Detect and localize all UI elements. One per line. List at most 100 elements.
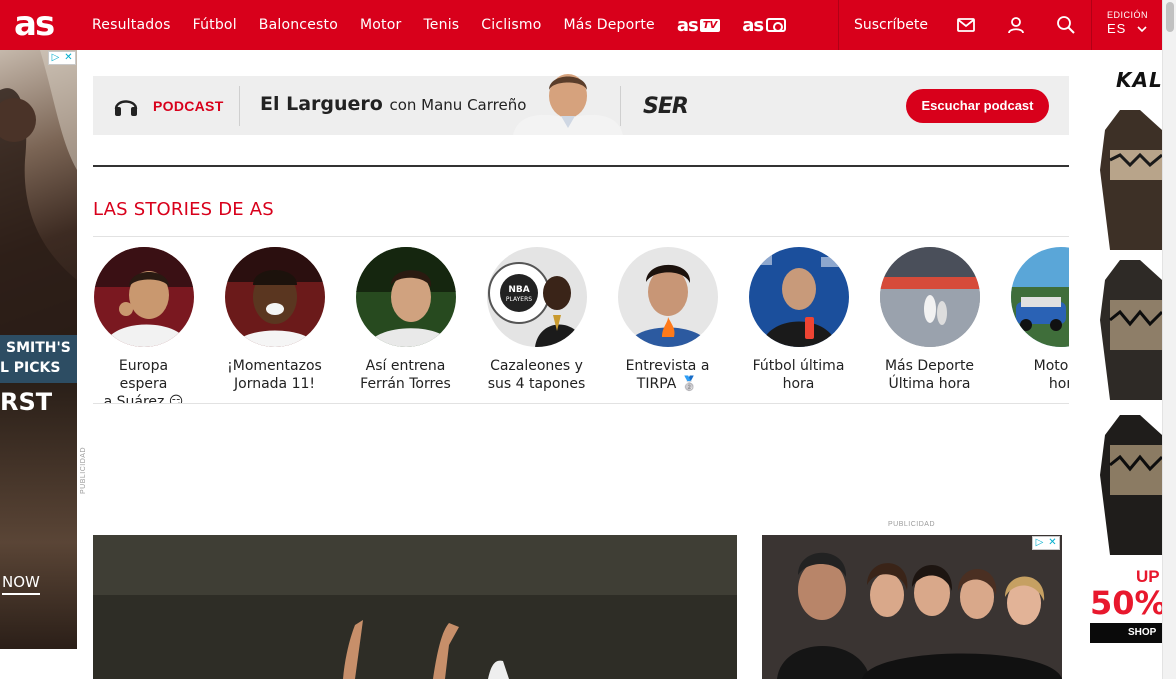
story-item[interactable]: Así entrena Ferrán Torres xyxy=(355,247,456,393)
story-caption-line-2: Ferrán Torres xyxy=(360,376,451,392)
story-caption-line-1: Europa espera xyxy=(118,358,169,392)
story-image-cazaleones: NBA PLAYERS xyxy=(486,247,587,347)
story-item[interactable]: Entrevista a TIRPA 🥈 xyxy=(617,247,718,393)
as-photo-logo-text: as xyxy=(742,14,764,36)
publicidad-label-vertical: PUBLICIDAD xyxy=(80,446,87,494)
left-ad-lower xyxy=(0,383,77,649)
left-ad-photo xyxy=(0,50,77,340)
ad-choices-mrec[interactable]: ▷ ✕ xyxy=(1032,536,1060,550)
left-ad-text-1: SMITH'S xyxy=(6,340,71,356)
story-caption: Europa espera a Suárez 😏 xyxy=(93,357,194,404)
nav-resultados[interactable]: Resultados xyxy=(92,17,171,33)
user-icon[interactable] xyxy=(1006,15,1026,35)
left-ad-cta[interactable]: NOW xyxy=(2,573,40,595)
header-divider xyxy=(838,0,839,50)
right-skyscraper-ad[interactable]: KALE UP 50% SHOP xyxy=(1090,50,1162,679)
nav-motor[interactable]: Motor xyxy=(360,17,401,33)
nav-tenis[interactable]: Tenis xyxy=(423,17,459,33)
search-icon[interactable] xyxy=(1056,15,1076,35)
nba-badge-text: NBA xyxy=(508,285,529,295)
stories-carousel: Europa espera a Suárez 😏 ¡Momentazos Jorna… xyxy=(93,236,1069,404)
podcast-divider-2 xyxy=(620,86,621,126)
ad-close-icon[interactable]: ✕ xyxy=(62,52,75,64)
story-image-suarez xyxy=(93,247,194,347)
story-caption-line-1: Fútbol última xyxy=(752,358,845,374)
ad-choices-left[interactable]: ▷ ✕ xyxy=(48,51,76,65)
story-item[interactable]: Europa espera a Suárez 😏 xyxy=(93,247,194,404)
headphones-icon xyxy=(114,100,138,116)
as-logo[interactable]: as xyxy=(14,4,55,44)
story-caption-line-2: Jornada 11! xyxy=(234,376,315,392)
chevron-down-icon xyxy=(1137,26,1147,33)
story-thumbnail xyxy=(617,247,718,347)
story-item[interactable]: Fútbol última hora xyxy=(748,247,849,393)
main-article-image[interactable] xyxy=(93,535,737,679)
ad-close-icon[interactable]: ✕ xyxy=(1046,537,1059,549)
story-thumbnail xyxy=(355,247,456,347)
story-caption: Más Deporte Última hora xyxy=(879,357,980,393)
podcast-host-text: con Manu Carreño xyxy=(389,96,527,114)
stories-heading: LAS STORIES DE AS xyxy=(93,199,274,220)
listen-podcast-button[interactable]: Escuchar podcast xyxy=(906,89,1049,123)
story-item[interactable]: Motor ú hor xyxy=(1010,247,1069,393)
ad-choices-icon: ▷ xyxy=(1035,537,1044,548)
story-item[interactable]: ¡Momentazos Jornada 11! xyxy=(224,247,325,393)
mrec-ad-photo xyxy=(762,535,1062,679)
story-caption: Entrevista a TIRPA 🥈 xyxy=(617,357,718,393)
cadena-ser-logo: SER xyxy=(643,94,689,119)
mrec-ad[interactable] xyxy=(762,535,1062,679)
podcast-show-name: El Larguero xyxy=(260,93,383,115)
story-image-ferran xyxy=(355,247,456,347)
left-ad-text-2: L PICKS xyxy=(0,360,61,376)
right-ad-discount: 50% xyxy=(1090,584,1162,622)
edition-value: ES xyxy=(1107,21,1127,36)
left-skyscraper-ad[interactable]: SMITH'S L PICKS RST NOW xyxy=(0,50,77,649)
story-caption: Fútbol última hora xyxy=(748,357,849,393)
as-photo-link[interactable]: as xyxy=(742,14,787,36)
podcast-divider xyxy=(239,86,240,126)
story-caption-line-2: hora xyxy=(782,376,815,392)
edition-value-wrap: ES xyxy=(1107,21,1148,36)
edition-selector[interactable]: EDICIÓN ES xyxy=(1107,10,1148,36)
story-image-motor xyxy=(1010,247,1069,347)
ad-choices-icon: ▷ xyxy=(51,52,60,63)
story-thumbnail xyxy=(879,247,980,347)
story-image-mas-deporte xyxy=(879,247,980,347)
scrollbar-thumb[interactable] xyxy=(1166,2,1174,32)
vertical-scrollbar[interactable] xyxy=(1162,0,1176,679)
story-caption-line-2: TIRPA 🥈 xyxy=(636,376,699,392)
story-thumbnail xyxy=(93,247,194,347)
story-caption-line-2: a Suárez 😏 xyxy=(103,394,184,404)
story-caption-line-1: Entrevista a xyxy=(625,358,710,374)
story-thumbnail xyxy=(224,247,325,347)
nav-ciclismo[interactable]: Ciclismo xyxy=(481,17,541,33)
edition-label: EDICIÓN xyxy=(1107,10,1149,20)
nav-baloncesto[interactable]: Baloncesto xyxy=(259,17,338,33)
podcast-banner[interactable]: PODCAST El Larguero con Manu Carreño SER… xyxy=(93,74,1069,135)
story-image-zidane xyxy=(748,247,849,347)
section-divider xyxy=(93,165,1069,167)
as-tv-link[interactable]: as TV xyxy=(677,15,721,36)
nav-futbol[interactable]: Fútbol xyxy=(193,17,237,33)
story-caption-line-1: Más Deporte xyxy=(884,358,975,374)
right-ad-shop-button[interactable]: SHOP xyxy=(1090,623,1162,643)
story-caption-line-1: Cazaleones y xyxy=(490,358,583,374)
story-caption: Así entrena Ferrán Torres xyxy=(355,357,456,393)
story-item[interactable]: Más Deporte Última hora xyxy=(879,247,980,393)
mail-icon[interactable] xyxy=(956,15,976,35)
story-item[interactable]: NBA PLAYERS Cazaleones y sus 4 tapones xyxy=(486,247,587,393)
main-nav: Resultados Fútbol Baloncesto Motor Tenis… xyxy=(92,0,808,50)
nba-badge-subtext: PLAYERS xyxy=(505,296,531,303)
hero-photo-celebration xyxy=(93,535,737,679)
left-ad-text-3: RST xyxy=(0,388,53,416)
story-image-tirpa xyxy=(617,247,718,347)
subscribe-link[interactable]: Suscríbete xyxy=(854,0,928,50)
nav-mas-deporte[interactable]: Más Deporte xyxy=(564,17,655,33)
host-portrait-image xyxy=(513,74,623,135)
left-ad-figure-image xyxy=(0,50,77,340)
podcast-host-photo xyxy=(513,68,623,135)
story-caption-line-1: ¡Momentazos xyxy=(227,358,322,374)
story-thumbnail xyxy=(748,247,849,347)
story-caption: Motor ú hor xyxy=(1010,357,1069,393)
story-caption: Cazaleones y sus 4 tapones xyxy=(486,357,587,393)
